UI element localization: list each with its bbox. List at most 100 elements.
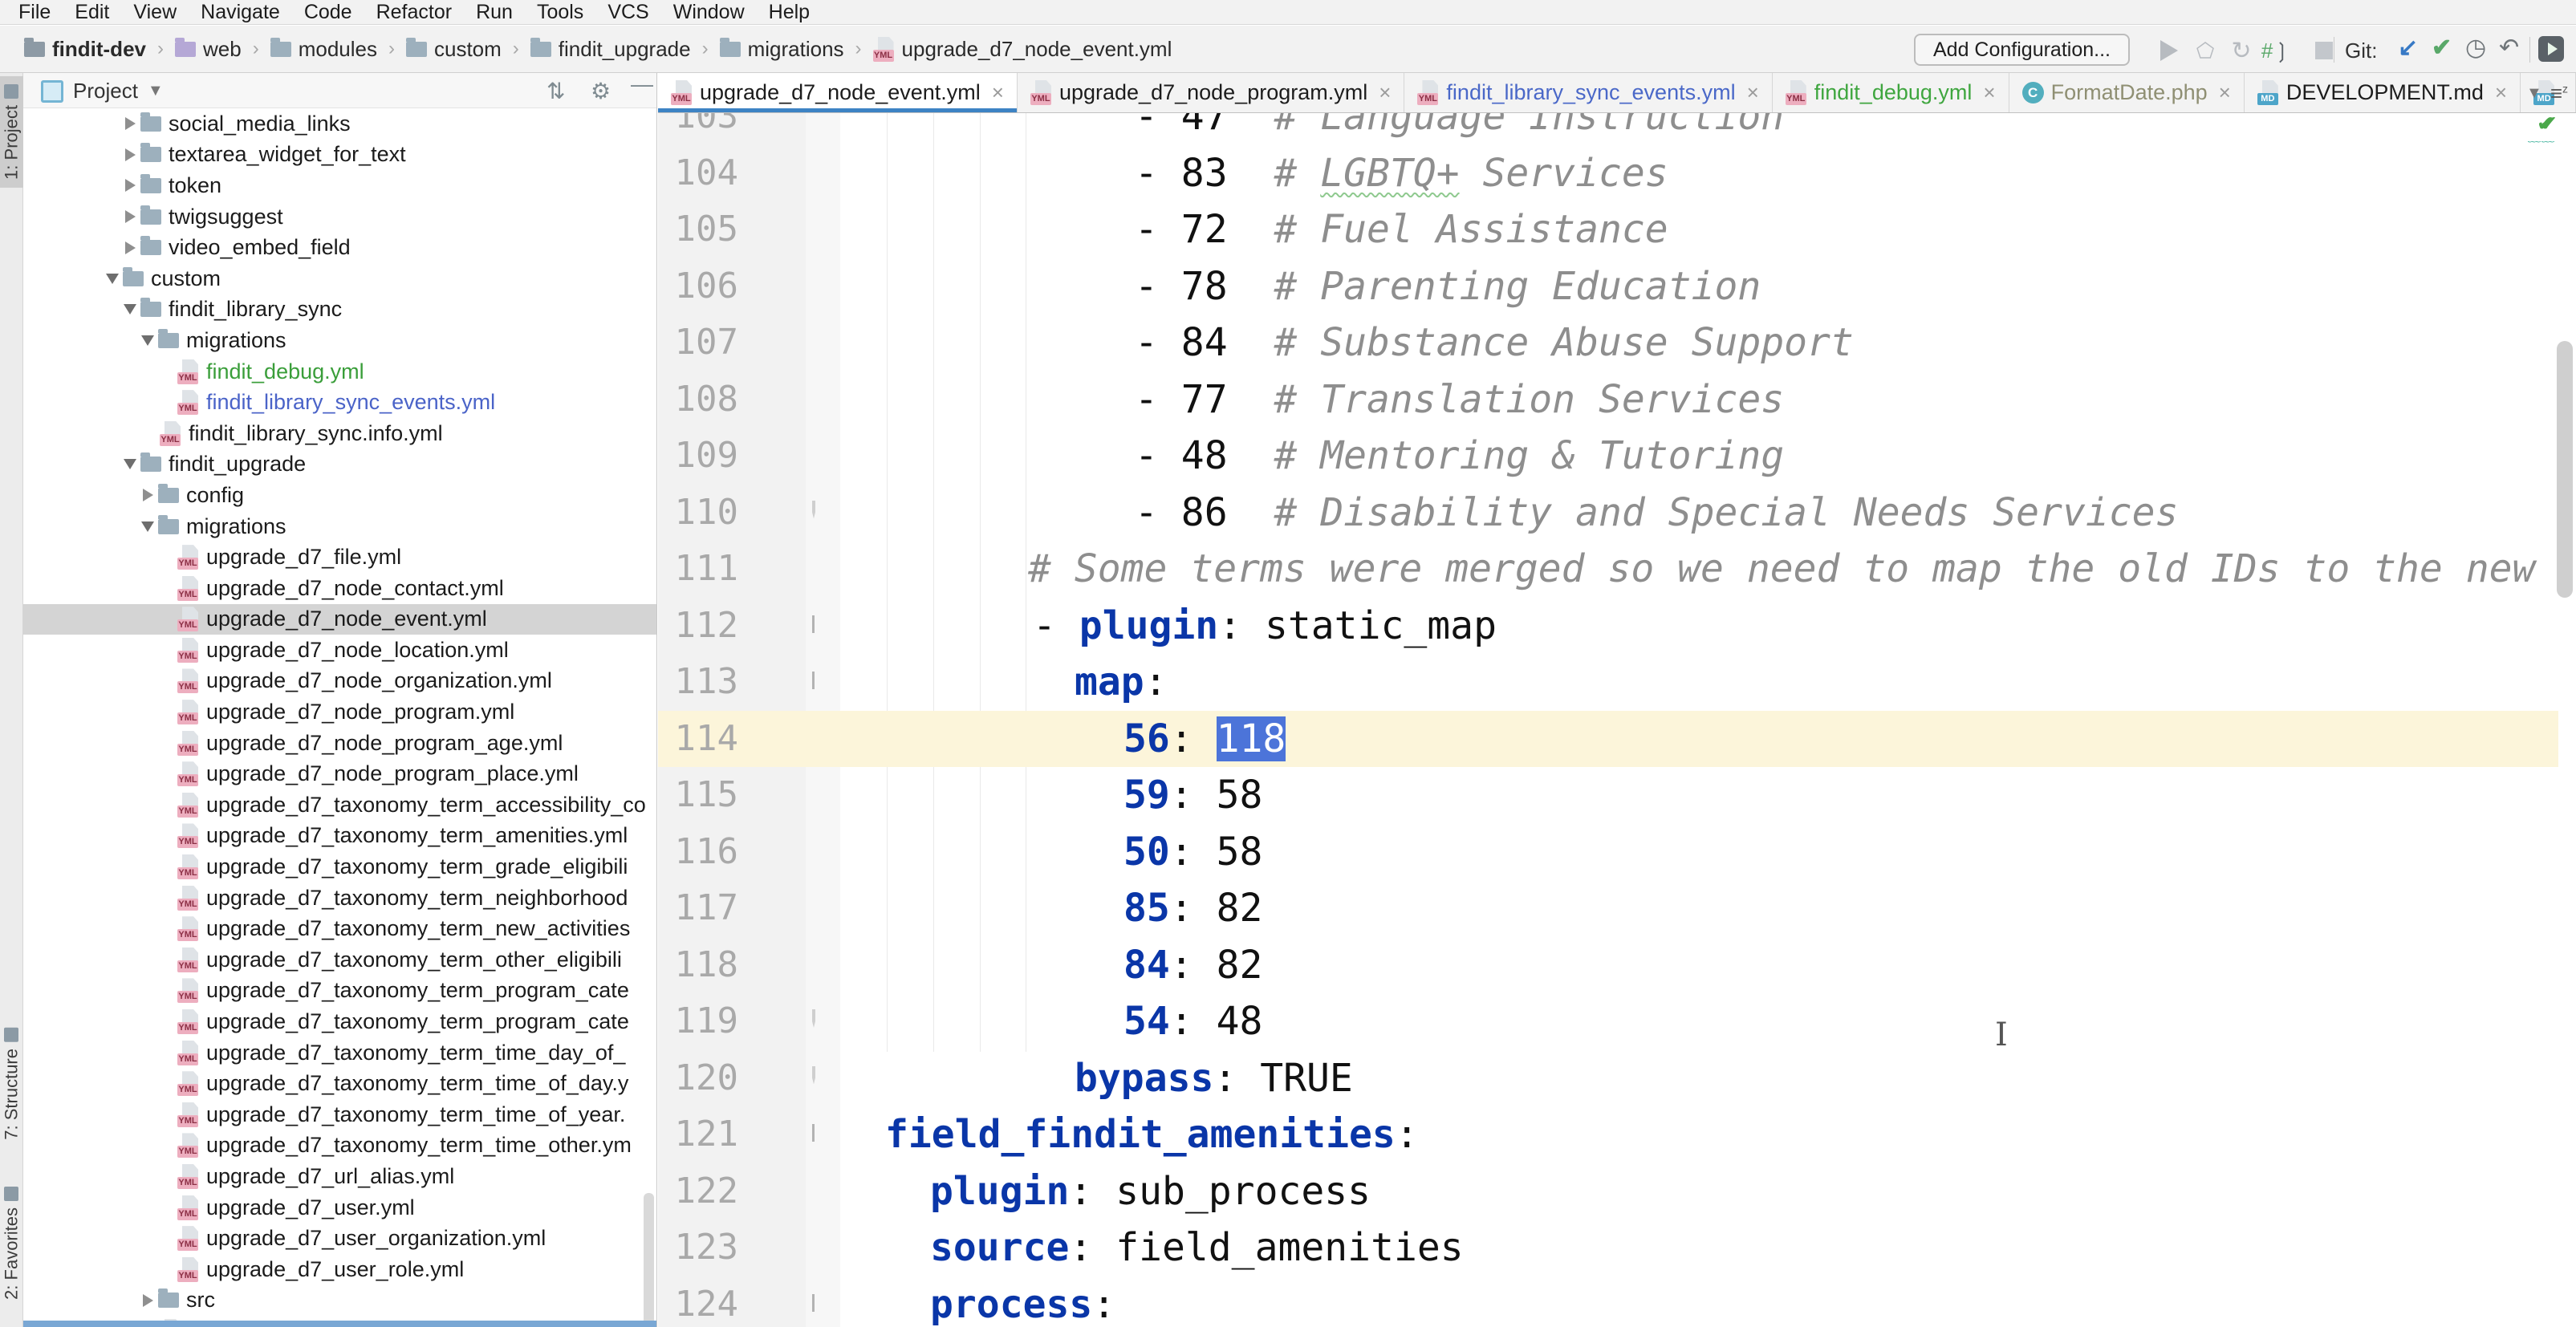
line-number[interactable]: 119 bbox=[658, 993, 738, 1050]
tree-row[interactable]: YMLupgrade_d7_taxonomy_term_new_activiti… bbox=[23, 913, 656, 944]
tree-row[interactable]: twigsuggest bbox=[23, 201, 656, 233]
line-number[interactable]: 124 bbox=[658, 1276, 738, 1327]
tree-row[interactable]: YMLupgrade_d7_node_program_age.yml bbox=[23, 728, 656, 759]
editor-body[interactable]: 103- 47 # Language Instruction104- 83 # … bbox=[658, 113, 2576, 1327]
tree-row[interactable]: src bbox=[23, 1285, 656, 1317]
menu-item-tools[interactable]: Tools bbox=[525, 0, 595, 24]
menu-item-file[interactable]: File bbox=[6, 0, 63, 24]
chevron-collapsed-icon[interactable] bbox=[120, 117, 140, 130]
code-line[interactable]: 124process: bbox=[658, 1276, 2576, 1327]
stripe-tab-project[interactable]: 1: Project bbox=[0, 76, 23, 188]
tree-row[interactable]: textarea_widget_for_text bbox=[23, 140, 656, 171]
code-line[interactable]: 111# Some terms were merged so we need t… bbox=[658, 541, 2576, 598]
line-number[interactable]: 105 bbox=[658, 201, 738, 258]
menu-item-help[interactable]: Help bbox=[757, 0, 822, 24]
code-line[interactable]: 113map: bbox=[658, 654, 2576, 711]
code-line[interactable]: 11785: 82 bbox=[658, 880, 2576, 937]
fold-chevron-icon[interactable] bbox=[812, 672, 815, 687]
chevron-collapsed-icon[interactable] bbox=[137, 1294, 158, 1307]
line-number[interactable]: 109 bbox=[658, 428, 738, 485]
line-number[interactable]: 111 bbox=[658, 541, 738, 598]
code-line[interactable]: 110- 86 # Disability and Special Needs S… bbox=[658, 485, 2576, 542]
close-icon[interactable]: × bbox=[1379, 80, 1391, 105]
code-line[interactable]: 11559: 58 bbox=[658, 767, 2576, 824]
chevron-expanded-icon[interactable] bbox=[102, 274, 123, 284]
line-number[interactable]: 112 bbox=[658, 598, 738, 655]
line-number[interactable]: 123 bbox=[658, 1219, 738, 1276]
fold-chevron-icon[interactable] bbox=[812, 1124, 815, 1139]
breadcrumb-item[interactable]: findit_upgrade bbox=[530, 37, 691, 62]
tree-row[interactable]: YMLfindit_library_sync_events.yml bbox=[23, 387, 656, 418]
code-line[interactable]: 11456: 118 bbox=[658, 711, 2576, 768]
menu-item-refactor[interactable]: Refactor bbox=[364, 0, 464, 24]
line-number[interactable]: 122 bbox=[658, 1163, 738, 1220]
tree-row[interactable]: YMLfindit_library_sync.info.yml bbox=[23, 418, 656, 449]
inspection-status-icon[interactable]: ✔✔﹏﹏ bbox=[2528, 115, 2555, 145]
tree-row[interactable]: YMLupgrade_d7_node_program_place.yml bbox=[23, 758, 656, 789]
close-icon[interactable]: × bbox=[1747, 80, 1759, 105]
tree-row[interactable]: YMLupgrade_d7_taxonomy_term_time_other.y… bbox=[23, 1130, 656, 1162]
code-line[interactable]: 11884: 82 bbox=[658, 937, 2576, 994]
chevron-expanded-icon[interactable] bbox=[137, 335, 158, 346]
tree-row[interactable]: YMLupgrade_d7_user_organization.yml bbox=[23, 1223, 656, 1254]
tree-row[interactable]: YMLupgrade_d7_taxonomy_term_time_of_day.… bbox=[23, 1068, 656, 1099]
tree-row[interactable]: YMLupgrade_d7_node_program.yml bbox=[23, 696, 656, 728]
chevron-collapsed-icon[interactable] bbox=[120, 179, 140, 192]
stripe-tab-structure[interactable]: 7: Structure bbox=[0, 1020, 23, 1148]
tree-row[interactable]: YMLupgrade_d7_taxonomy_term_grade_eligib… bbox=[23, 851, 656, 883]
breadcrumb-item[interactable]: web bbox=[175, 37, 242, 62]
code-line[interactable]: 112- plugin: static_map bbox=[658, 598, 2576, 655]
menu-item-code[interactable]: Code bbox=[292, 0, 364, 24]
code-line[interactable]: 122plugin: sub_process bbox=[658, 1163, 2576, 1220]
project-view-selector[interactable]: Project ▼ bbox=[41, 79, 164, 103]
menu-item-window[interactable]: Window bbox=[661, 0, 757, 24]
code-line[interactable]: 109- 48 # Mentoring & Tutoring bbox=[658, 428, 2576, 485]
editor-tab[interactable]: YMLfindit_debug.yml× bbox=[1773, 73, 2009, 112]
tree-row[interactable]: YMLupgrade_d7_taxonomy_term_amenities.ym… bbox=[23, 821, 656, 852]
fold-marker-icon[interactable] bbox=[812, 1068, 815, 1083]
code-line[interactable]: 108- 77 # Translation Services bbox=[658, 371, 2576, 428]
close-icon[interactable]: × bbox=[2219, 80, 2231, 105]
tree-row[interactable]: token bbox=[23, 170, 656, 201]
collapse-all-icon[interactable]: ⇅ bbox=[546, 78, 565, 104]
tree-row[interactable]: YMLupgrade_d7_node_organization.yml bbox=[23, 666, 656, 697]
close-icon[interactable]: × bbox=[2495, 80, 2507, 105]
chevron-collapsed-icon[interactable] bbox=[120, 210, 140, 223]
tree-row[interactable]: social_media_links bbox=[23, 108, 656, 140]
line-number[interactable]: 121 bbox=[658, 1106, 738, 1163]
code-line[interactable]: 121field_findit_amenities: bbox=[658, 1106, 2576, 1163]
breadcrumb-item[interactable]: migrations bbox=[720, 37, 844, 62]
chevron-collapsed-icon[interactable] bbox=[120, 241, 140, 254]
editor-tab[interactable]: YMLupgrade_d7_node_program.yml× bbox=[1018, 73, 1404, 112]
tree-row[interactable]: YMLupgrade_d7_taxonomy_term_accessibilit… bbox=[23, 789, 656, 821]
line-number[interactable]: 114 bbox=[658, 711, 738, 768]
close-icon[interactable]: × bbox=[1983, 80, 1995, 105]
chevron-expanded-icon[interactable] bbox=[120, 304, 140, 315]
gear-icon[interactable]: ⚙ bbox=[591, 78, 611, 104]
tree-row[interactable]: migrations bbox=[23, 325, 656, 356]
breadcrumb-item[interactable]: modules bbox=[270, 37, 377, 62]
chevron-expanded-icon[interactable] bbox=[120, 459, 140, 469]
tree-vertical-scrollbar[interactable] bbox=[644, 1193, 654, 1327]
code-line[interactable]: 11650: 58 bbox=[658, 824, 2576, 881]
line-number[interactable]: 113 bbox=[658, 654, 738, 711]
tree-horizontal-scrollbar[interactable] bbox=[23, 1321, 656, 1327]
menu-item-vcs[interactable]: VCS bbox=[595, 0, 660, 24]
git-update-icon[interactable]: ↙ bbox=[2398, 34, 2418, 62]
line-number[interactable]: 116 bbox=[658, 824, 738, 881]
code-line[interactable]: 104- 83 # LGBTQ+ Services bbox=[658, 145, 2576, 202]
fold-marker-icon[interactable] bbox=[812, 502, 815, 517]
code-line[interactable]: 11954: 48 bbox=[658, 993, 2576, 1050]
fold-chevron-icon[interactable] bbox=[812, 1294, 815, 1309]
tree-row[interactable]: YMLupgrade_d7_taxonomy_term_neighborhood bbox=[23, 883, 656, 914]
tree-row[interactable]: migrations bbox=[23, 511, 656, 542]
tree-row[interactable]: YMLupgrade_d7_taxonomy_term_time_of_year… bbox=[23, 1099, 656, 1130]
line-number[interactable]: 118 bbox=[658, 937, 738, 994]
chevron-collapsed-icon[interactable] bbox=[137, 489, 158, 501]
editor-tab[interactable]: YMLfindit_library_sync_events.yml× bbox=[1404, 73, 1772, 112]
editor-tab[interactable]: CFormatDate.php× bbox=[2009, 73, 2245, 112]
tree-row[interactable]: YMLupgrade_d7_user.yml bbox=[23, 1192, 656, 1224]
editor-scrollbar-thumb[interactable] bbox=[2557, 341, 2573, 598]
breadcrumb-item[interactable]: YMLupgrade_d7_node_event.yml bbox=[873, 37, 1172, 62]
git-rollback-icon[interactable]: ↶ bbox=[2499, 34, 2519, 62]
